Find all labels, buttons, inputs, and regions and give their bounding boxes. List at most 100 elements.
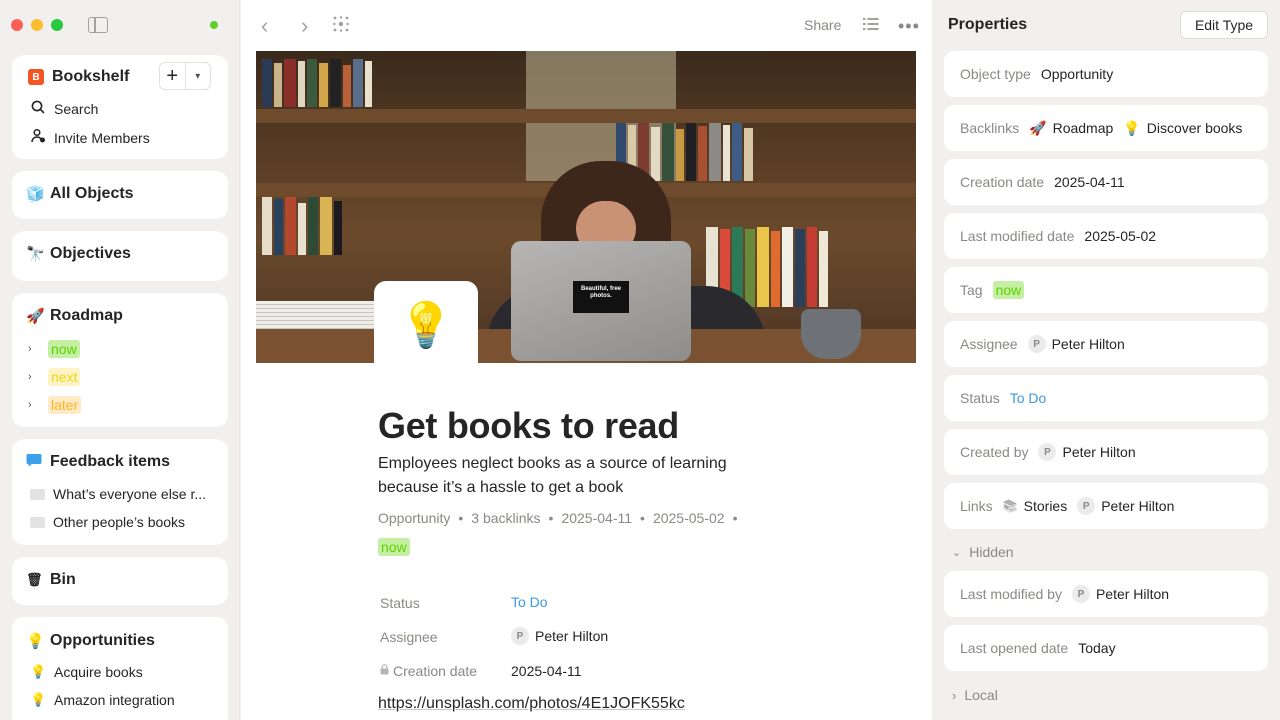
source-url-link[interactable]: https://unsplash.com/photos/4E1JOFK55kc [378,695,685,713]
opportunity-item[interactable]: 💡 Amazon integration [30,692,175,708]
roadmap-item-next[interactable]: › next [28,368,81,386]
property-object-type[interactable]: Object type Opportunity [944,51,1268,97]
comment-icon [30,516,45,528]
feedback-item-label: Other people’s books [53,514,186,530]
bin-widget[interactable]: 🗑 Bin [12,557,228,605]
back-arrow-icon[interactable]: ‹ [261,13,268,39]
all-objects-widget[interactable]: 🧊 All Objects [12,171,228,219]
lightbulb-icon: 💡 [26,633,45,650]
objectives-widget[interactable]: 🔭 Objectives [12,231,228,281]
share-button[interactable]: Share [804,17,841,33]
meta-created[interactable]: 2025-04-11 [561,510,632,526]
sidebar: B Bookshelf + ▾ Search Invite Members 🧊 … [0,0,240,720]
space-icon: B [28,69,44,85]
window-minimize-button[interactable] [31,19,43,31]
create-menu-button[interactable]: ▾ [186,63,211,89]
feedback-title[interactable]: Feedback items [26,453,170,471]
backlink-discover-books[interactable]: Discover books [1147,120,1243,136]
property-last-modified-by[interactable]: Last modified by P Peter Hilton [944,571,1268,617]
relations-list-icon[interactable] [863,17,879,31]
assignee-value[interactable]: P Peter Hilton [511,627,608,645]
status-value: To Do [1009,390,1047,406]
window-maximize-button[interactable] [51,19,63,31]
shelf [256,109,916,123]
property-backlinks[interactable]: Backlinks 🚀 Roadmap 💡 Discover books [944,105,1268,151]
link-person[interactable]: Peter Hilton [1101,498,1174,514]
assignee-name: Peter Hilton [535,628,609,644]
hidden-section-toggle[interactable]: ⌄ Hidden [952,544,1014,560]
opportunity-item-label: Amazon integration [54,692,175,708]
search-button[interactable]: Search [30,100,98,117]
meta-tag-row: now [378,538,410,556]
relation-label: Status [380,595,420,611]
opportunity-item[interactable]: 💡 Acquire books [30,664,143,680]
feedback-item[interactable]: Other people’s books [30,514,185,530]
cover-image[interactable]: Beautiful, free photos. [256,51,916,363]
cubes-icon: 🧊 [26,186,45,203]
comment-icon [30,488,45,500]
chevron-right-icon[interactable]: › [28,343,40,355]
status-value[interactable]: To Do [511,594,548,610]
chevron-down-icon: ⌄ [952,546,962,559]
property-creation-date[interactable]: Creation date 2025-04-11 [944,159,1268,205]
roadmap-item-now[interactable]: › now [28,340,80,358]
meta-type[interactable]: Opportunity [378,510,450,526]
cup [801,309,861,359]
relation-label: Assignee [380,629,438,645]
bin-label: Bin [50,571,76,588]
stack-icon: 📚 [1002,499,1018,513]
opportunities-widget: 💡 Opportunities 💡 Acquire books 💡 Amazon… [12,617,228,720]
object-editor: ‹ › Share ••• Beautiful, free photos. 💡 … [241,0,932,720]
avatar: P [1077,497,1096,515]
forward-arrow-icon[interactable]: › [301,13,308,39]
meta-modified[interactable]: 2025-05-02 [653,510,725,526]
creation-date-label: Creation date [393,663,478,679]
space-card: B Bookshelf + ▾ Search Invite Members [12,55,228,159]
chevron-right-icon[interactable]: › [28,399,40,411]
feedback-item[interactable]: What’s everyone else r... [30,486,206,502]
roadmap-title[interactable]: 🚀 Roadmap [26,307,123,325]
properties-title: Properties [948,16,1028,33]
property-tag[interactable]: Tag now [944,267,1268,313]
create-object-button[interactable]: + [160,63,186,89]
tag-now[interactable]: now [378,538,410,556]
opportunities-title[interactable]: 💡 Opportunities [26,632,155,650]
property-label: Tag [960,282,983,298]
sidebar-toggle-icon[interactable] [88,17,108,33]
property-value: P Peter Hilton [1027,335,1125,353]
edit-type-button[interactable]: Edit Type [1180,11,1268,39]
property-links[interactable]: Links 📚 Stories P Peter Hilton [944,483,1268,529]
object-icon[interactable]: 💡 [374,281,478,365]
property-assignee[interactable]: Assignee P Peter Hilton [944,321,1268,367]
invite-members-button[interactable]: Invite Members [30,128,150,147]
chevron-right-icon[interactable]: › [28,371,40,383]
roadmap-item-later[interactable]: › later [28,396,82,414]
window-close-button[interactable] [11,19,23,31]
creator-name: Peter Hilton [1062,444,1136,460]
graph-icon[interactable] [333,16,349,32]
more-options-icon[interactable]: ••• [898,16,920,37]
sync-status-indicator[interactable] [210,21,218,29]
trash-icon: 🗑 [26,572,43,587]
property-label: Links [960,498,993,514]
property-last-opened-date[interactable]: Last opened date Today [944,625,1268,671]
properties-panel: Properties Edit Type Object type Opportu… [932,0,1280,720]
property-status[interactable]: Status To Do [944,375,1268,421]
meta-separator: • [732,510,738,526]
meta-backlinks[interactable]: 3 backlinks [471,510,540,526]
tag-later: later [48,396,82,414]
link-stories[interactable]: Stories [1024,498,1068,514]
property-value: P Peter Hilton [1071,585,1169,603]
backlink-roadmap[interactable]: Roadmap [1053,120,1114,136]
local-section-toggle[interactable]: › Local [952,687,998,703]
object-description[interactable]: Employees neglect books as a source of l… [378,452,778,500]
page-title[interactable]: Get books to read [378,405,679,447]
property-label: Object type [960,66,1031,82]
property-label: Status [960,390,1000,406]
property-last-modified-date[interactable]: Last modified date 2025-05-02 [944,213,1268,259]
space-switcher[interactable]: B Bookshelf [28,68,129,86]
property-created-by[interactable]: Created by P Peter Hilton [944,429,1268,475]
property-label: Last modified date [960,228,1075,244]
property-label: Backlinks [960,120,1020,136]
relation-label-locked: Creation date [380,663,477,679]
